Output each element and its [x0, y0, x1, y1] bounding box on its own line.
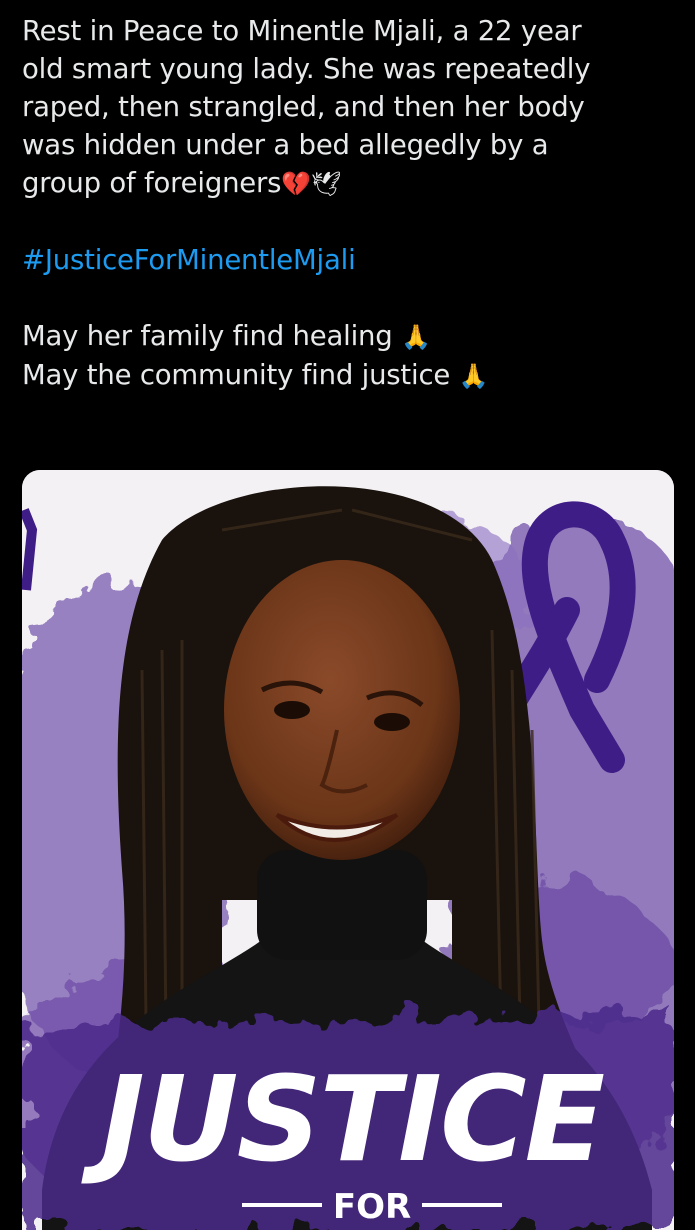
tweet-media-image[interactable]: JUSTICE FOR — [22, 470, 674, 1230]
broken-heart-dove-icon: 💔🕊 — [281, 170, 342, 198]
prayer-line-2: May the community find justice 🙏 — [22, 356, 672, 395]
tweet-line-3: raped, then strangled, and then her body — [22, 91, 585, 123]
tweet-line-4: was hidden under a bed allegedly by a — [22, 129, 549, 161]
tweet-line-5: group of foreigners💔🕊 — [22, 164, 672, 203]
tweet-line-2: old smart young lady. She was repeatedly — [22, 53, 591, 85]
praying-hands-icon: 🙏 — [401, 323, 431, 351]
eye — [374, 713, 410, 731]
turtleneck — [257, 850, 427, 960]
tweet-line-1: Rest in Peace to Minentle Mjali, a 22 ye… — [22, 15, 582, 47]
tweet-line-5-text: group of foreigners — [22, 167, 282, 199]
poster-graphic: JUSTICE FOR — [22, 470, 674, 1230]
prayer-line-1-text: May her family find healing — [22, 320, 393, 352]
poster-headline: JUSTICE — [81, 1050, 605, 1188]
tweet-body: Rest in Peace to Minentle Mjali, a 22 ye… — [22, 12, 672, 395]
eye — [274, 701, 310, 719]
ribbon-fragment — [22, 508, 38, 591]
prayer-line-1: May her family find healing 🙏 — [22, 317, 672, 356]
poster-subline: FOR — [333, 1187, 411, 1227]
hashtag-link[interactable]: #JusticeForMinentleMjali — [22, 241, 672, 279]
prayer-line-2-text: May the community find justice — [22, 359, 451, 391]
praying-hands-icon: 🙏 — [458, 362, 489, 390]
face — [224, 560, 460, 860]
